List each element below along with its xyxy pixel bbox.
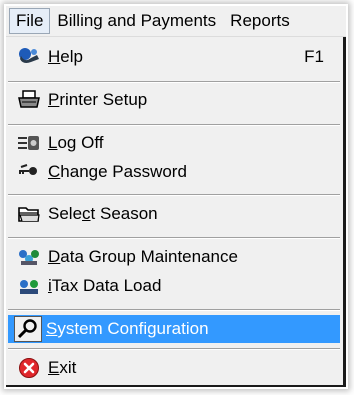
folder-icon <box>16 203 42 225</box>
menu-item-label: Printer Setup <box>48 90 148 109</box>
menu-reports[interactable]: Reports <box>223 7 297 35</box>
data-load-icon <box>16 275 42 297</box>
data-group-icon <box>16 246 42 268</box>
separator <box>8 194 340 196</box>
menu-item-label: Help <box>48 47 83 66</box>
printer-icon <box>16 89 42 111</box>
menu-item-label: Change Password <box>48 162 187 181</box>
menu-item-label: iTax Data Load <box>48 276 162 295</box>
separator <box>8 81 340 83</box>
menu-item-log-off[interactable]: Log Off <box>8 129 340 157</box>
separator <box>8 237 340 239</box>
log-off-icon <box>16 132 42 154</box>
separator <box>8 124 340 126</box>
menu-item-change-password[interactable]: Change Password <box>8 158 340 186</box>
menu-billing-and-payments[interactable]: Billing and Payments <box>50 7 223 35</box>
menu-item-printer-setup[interactable]: Printer Setup <box>8 86 340 114</box>
menu-item-system-configuration[interactable]: System Configuration <box>8 315 340 343</box>
menu-item-data-group-maintenance[interactable]: Data Group Maintenance <box>8 243 340 271</box>
wrench-icon <box>14 316 42 342</box>
separator <box>8 309 340 311</box>
keys-icon <box>16 161 42 183</box>
menu-file[interactable]: File <box>9 8 51 34</box>
menu-item-label: Exit <box>48 358 77 377</box>
menu-item-select-season[interactable]: Select Season <box>8 200 340 228</box>
menu-item-label: Select Season <box>48 204 158 223</box>
help-icon <box>16 46 42 68</box>
exit-icon <box>16 357 42 379</box>
shortcut-label: F1 <box>304 47 324 66</box>
file-menu-dropdown: Help F1 Printer Setup Log Off Change Pas… <box>6 37 346 387</box>
menu-item-itax-data-load[interactable]: iTax Data Load <box>8 272 340 300</box>
menu-item-label: Log Off <box>48 133 104 152</box>
menu-item-help[interactable]: Help F1 <box>8 43 340 71</box>
separator <box>8 348 340 350</box>
menu-bar: File Billing and Payments Reports <box>6 6 346 37</box>
menu-item-label: Data Group Maintenance <box>48 247 238 266</box>
menu-item-exit[interactable]: Exit <box>8 354 340 382</box>
menu-item-label: System Configuration <box>46 319 209 338</box>
